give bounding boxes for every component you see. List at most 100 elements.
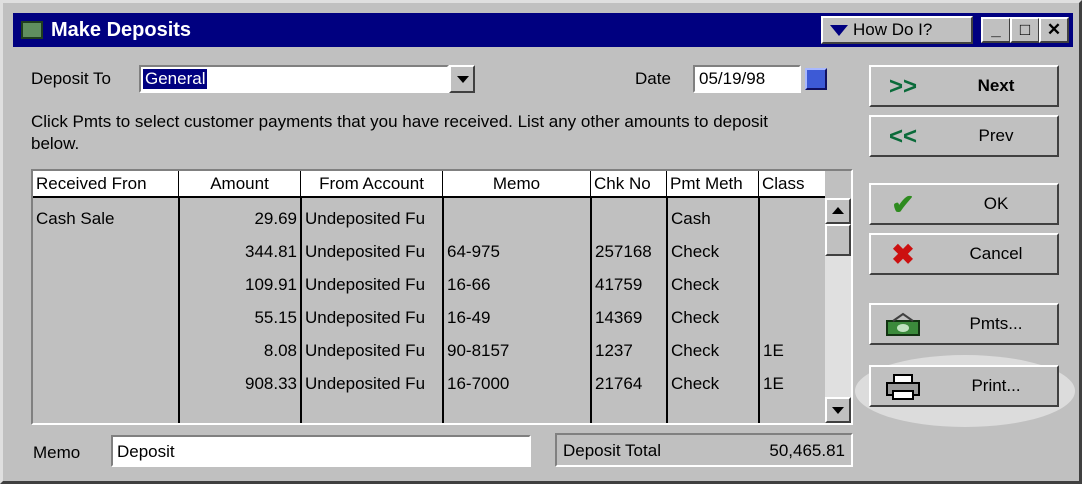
cell-received-from[interactable] (33, 334, 178, 367)
pmts-button-label: Pmts... (969, 314, 1023, 333)
cell-from-account[interactable]: Undeposited Fu (302, 367, 442, 400)
cancel-button[interactable]: ✖ Cancel (869, 233, 1059, 275)
deposit-total-value: 50,465.81 (769, 441, 845, 460)
close-button[interactable]: ✕ (1039, 17, 1069, 43)
cell-class[interactable]: 1E (760, 367, 824, 400)
cell-from-account[interactable]: Undeposited Fu (302, 202, 442, 235)
date-label: Date (635, 69, 671, 88)
cell-amount[interactable]: 908.33 (180, 367, 300, 400)
calendar-icon[interactable] (805, 68, 827, 90)
double-chevron-right-icon: >> (888, 73, 918, 100)
checkmark-icon: ✔ (891, 189, 915, 220)
cell-memo[interactable]: 64-975 (444, 235, 590, 268)
cell-memo[interactable]: 90-8157 (444, 334, 590, 367)
cell-memo[interactable]: 16-7000 (444, 367, 590, 400)
deposit-to-dropdown-button[interactable] (449, 65, 475, 93)
ok-button[interactable]: ✔ OK (869, 183, 1059, 225)
cell-memo[interactable]: 16-66 (444, 268, 590, 301)
pmts-button[interactable]: Pmts... (869, 303, 1059, 345)
cancel-button-label: Cancel (969, 244, 1023, 263)
prev-button[interactable]: << Prev (869, 115, 1059, 157)
money-icon (883, 311, 923, 339)
next-button-label: Next (977, 76, 1015, 95)
table-row[interactable]: Cash Sale 29.69 Undeposited Fu Cash (33, 202, 825, 235)
print-button-label: Print... (971, 376, 1021, 395)
cell-class[interactable] (760, 301, 824, 334)
vertical-scrollbar[interactable] (825, 198, 851, 423)
table-row[interactable]: 55.15 Undeposited Fu 16-49 14369 Check (33, 301, 825, 334)
cell-class[interactable] (760, 202, 824, 235)
column-header-from-account[interactable]: From Account (301, 171, 443, 196)
cell-pmt-method[interactable]: Check (668, 301, 758, 334)
table-row[interactable]: 109.91 Undeposited Fu 16-66 41759 Check (33, 268, 825, 301)
cell-received-from[interactable] (33, 268, 178, 301)
how-do-i-label: How Do I? (853, 20, 933, 39)
chevron-down-icon (457, 76, 469, 83)
date-value: 05/19/98 (699, 69, 766, 88)
scroll-down-button[interactable] (825, 397, 851, 423)
print-button[interactable]: Print... (869, 365, 1059, 407)
double-chevron-left-icon: << (888, 123, 918, 150)
column-header-memo[interactable]: Memo (443, 171, 591, 196)
make-deposits-window: Make Deposits How Do I? _ □ ✕ Deposit To… (0, 0, 1082, 484)
cell-chk-no[interactable]: 14369 (592, 301, 666, 334)
column-header-class[interactable]: Class (759, 171, 825, 196)
cell-class[interactable]: 1E (760, 334, 824, 367)
cell-from-account[interactable]: Undeposited Fu (302, 334, 442, 367)
deposit-total-label: Deposit Total (563, 441, 661, 460)
cell-chk-no[interactable]: 1237 (592, 334, 666, 367)
cell-memo[interactable] (444, 202, 590, 235)
memo-label: Memo (33, 443, 81, 462)
table-row[interactable]: 908.33 Undeposited Fu 16-7000 21764 Chec… (33, 367, 825, 400)
app-icon (21, 21, 43, 39)
deposits-table: Received Fron Amount From Account Memo C… (31, 169, 853, 425)
how-do-i-button[interactable]: How Do I? (821, 16, 973, 44)
cell-chk-no[interactable]: 41759 (592, 268, 666, 301)
window-title: Make Deposits (51, 19, 192, 41)
next-button[interactable]: >> Next (869, 65, 1059, 107)
table-header: Received Fron Amount From Account Memo C… (33, 171, 825, 198)
cell-received-from[interactable]: Cash Sale (33, 202, 178, 235)
cell-pmt-method[interactable]: Check (668, 367, 758, 400)
cell-pmt-method[interactable]: Check (668, 268, 758, 301)
cell-amount[interactable]: 344.81 (180, 235, 300, 268)
column-header-received-from[interactable]: Received Fron (33, 171, 179, 196)
cell-amount[interactable]: 55.15 (180, 301, 300, 334)
column-header-amount[interactable]: Amount (179, 171, 301, 196)
cell-memo[interactable]: 16-49 (444, 301, 590, 334)
cell-received-from[interactable] (33, 235, 178, 268)
date-field[interactable]: 05/19/98 (693, 65, 801, 93)
cell-amount[interactable]: 8.08 (180, 334, 300, 367)
cell-from-account[interactable]: Undeposited Fu (302, 301, 442, 334)
cell-received-from[interactable] (33, 367, 178, 400)
cell-amount[interactable]: 29.69 (180, 202, 300, 235)
cell-pmt-method[interactable]: Check (668, 334, 758, 367)
cell-pmt-method[interactable]: Check (668, 235, 758, 268)
column-header-chk-no[interactable]: Chk No (591, 171, 667, 196)
column-header-pmt-meth[interactable]: Pmt Meth (667, 171, 759, 196)
scroll-thumb[interactable] (825, 224, 851, 256)
cell-chk-no[interactable] (592, 202, 666, 235)
cell-from-account[interactable]: Undeposited Fu (302, 268, 442, 301)
arrow-up-icon (832, 207, 844, 214)
table-row[interactable]: 8.08 Undeposited Fu 90-8157 1237 Check 1… (33, 334, 825, 367)
deposit-total-box: Deposit Total 50,465.81 (555, 433, 853, 467)
ok-button-label: OK (983, 194, 1009, 213)
cell-class[interactable] (760, 235, 824, 268)
cell-chk-no[interactable]: 257168 (592, 235, 666, 268)
table-body: Cash Sale 29.69 Undeposited Fu Cash 344.… (33, 198, 825, 423)
table-row[interactable]: 344.81 Undeposited Fu 64-975 257168 Chec… (33, 235, 825, 268)
scroll-up-button[interactable] (825, 198, 851, 224)
cell-class[interactable] (760, 268, 824, 301)
cell-chk-no[interactable]: 21764 (592, 367, 666, 400)
minimize-button[interactable]: _ (981, 17, 1011, 43)
cell-amount[interactable]: 109.91 (180, 268, 300, 301)
deposit-to-field[interactable]: General (139, 65, 449, 93)
cell-received-from[interactable] (33, 301, 178, 334)
memo-field[interactable]: Deposit (111, 435, 531, 467)
cell-pmt-method[interactable]: Cash (668, 202, 758, 235)
title-bar[interactable]: Make Deposits How Do I? _ □ ✕ (13, 13, 1073, 47)
cell-from-account[interactable]: Undeposited Fu (302, 235, 442, 268)
maximize-button[interactable]: □ (1010, 17, 1040, 43)
prev-button-label: Prev (978, 126, 1014, 145)
